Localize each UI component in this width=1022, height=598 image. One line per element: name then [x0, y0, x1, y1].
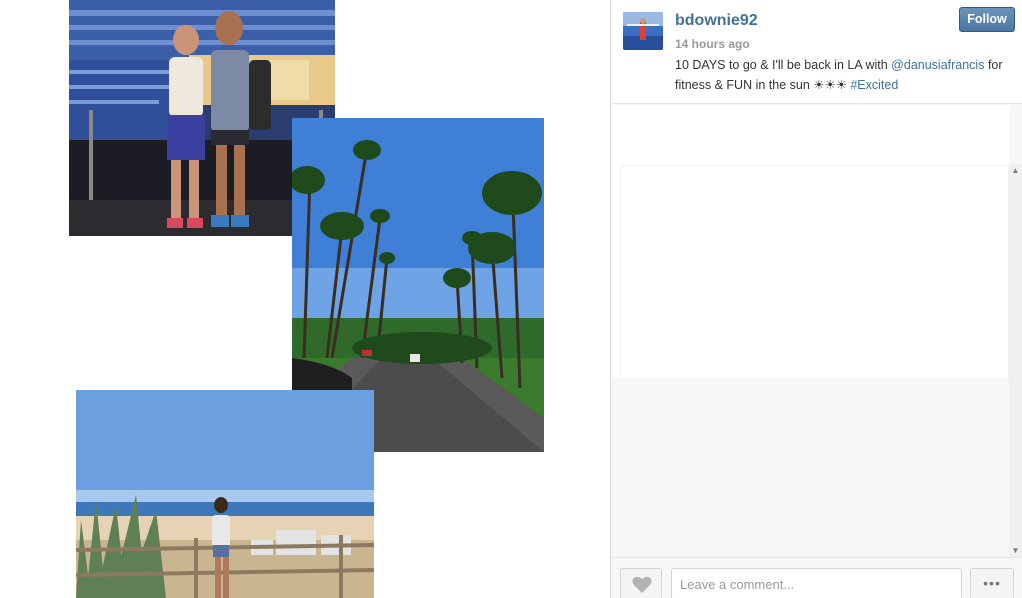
instagram-post-view: bdownie92 14 hours ago 10 DAYS to go & I… [0, 0, 1022, 598]
comment-input[interactable] [671, 568, 962, 598]
post-timestamp: 14 hours ago [675, 37, 750, 51]
post-header: bdownie92 14 hours ago 10 DAYS to go & I… [611, 0, 1022, 104]
mention-link[interactable]: @danusiafrancis [891, 58, 984, 72]
comments-area [611, 105, 1009, 557]
caption-text: 10 DAYS to go & I'll be back in LA with [675, 58, 892, 72]
ellipsis-icon: ••• [983, 575, 1001, 591]
post-photo[interactable] [0, 0, 610, 598]
photo-beach [76, 390, 374, 598]
post-details-panel: bdownie92 14 hours ago 10 DAYS to go & I… [611, 0, 1022, 598]
triangle-up-icon[interactable]: ▲ [1009, 164, 1022, 177]
heart-icon [632, 576, 652, 593]
username-link[interactable]: bdownie92 [675, 12, 758, 30]
more-options-button[interactable]: ••• [970, 568, 1014, 598]
triangle-down-icon[interactable]: ▼ [1009, 544, 1022, 557]
follow-button[interactable]: Follow [959, 7, 1015, 32]
comments-background [611, 378, 1009, 557]
hashtag-link[interactable]: #Excited [850, 78, 898, 92]
avatar[interactable] [623, 12, 663, 50]
post-caption: 10 DAYS to go & I'll be back in LA with … [675, 55, 1015, 95]
comments-scrollbar[interactable]: ▲ ▼ [1009, 164, 1022, 557]
like-button[interactable] [620, 568, 662, 598]
post-actions-bar: ••• [611, 557, 1022, 598]
